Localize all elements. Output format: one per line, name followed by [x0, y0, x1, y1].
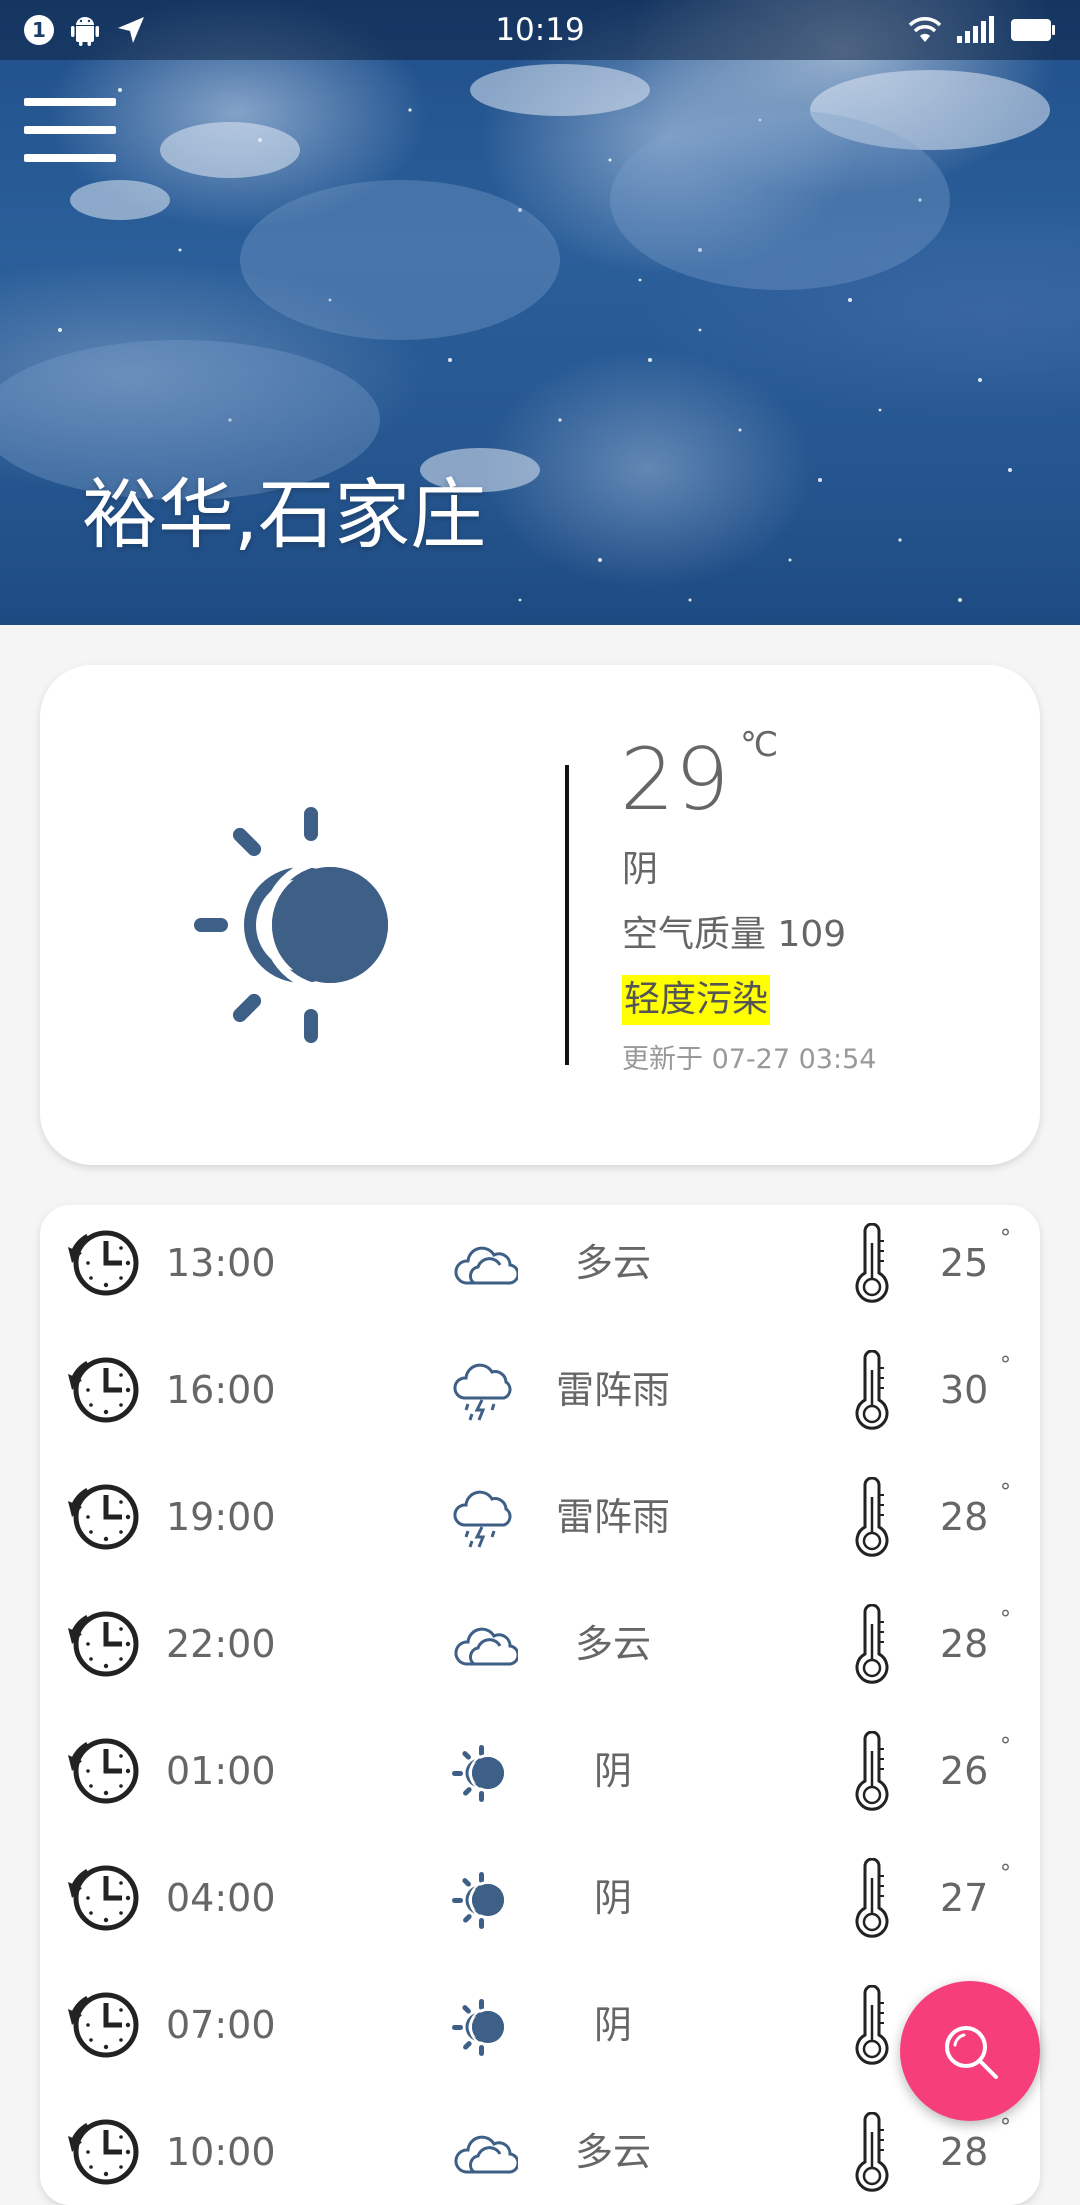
forecast-temperature: 28	[940, 2130, 989, 2174]
menu-icon-bar	[24, 126, 116, 134]
clock-icon	[68, 1611, 139, 1677]
degree-symbol: °	[1000, 2115, 1011, 2140]
thermometer-icon	[855, 1985, 889, 2065]
forecast-row: 16:00 雷阵雨 30 °	[40, 1332, 1040, 1459]
forecast-row: 13:00 多云 25 °	[40, 1205, 1040, 1332]
clock-icon	[68, 1865, 139, 1931]
degree-symbol: °	[1000, 1226, 1011, 1251]
status-right-icons	[908, 10, 1056, 50]
forecast-temperature: 28	[940, 1495, 989, 1539]
clock-icon	[68, 1357, 139, 1423]
menu-icon-bar	[24, 154, 116, 162]
air-quality-label: 空气质量	[622, 914, 767, 955]
thermometer-icon	[855, 1477, 889, 1557]
pollution-level-badge: 轻度污染	[622, 975, 771, 1025]
overcast-icon	[452, 1745, 507, 1802]
forecast-row: 04:00 阴 27 °	[40, 1840, 1040, 1967]
clock-icon	[68, 2119, 139, 2185]
forecast-row: 19:00 雷阵雨 28 °	[40, 1459, 1040, 1586]
thunderstorm-icon	[453, 1490, 512, 1548]
battery-icon	[1011, 19, 1055, 41]
air-quality-value: 109	[777, 914, 847, 955]
forecast-row: 01:00 阴 26 °	[40, 1713, 1040, 1840]
forecast-time: 22:00	[166, 1622, 276, 1666]
forecast-time: 19:00	[166, 1495, 276, 1539]
forecast-condition: 多云	[574, 2130, 651, 2174]
header-banner: 裕华,石家庄	[0, 0, 1080, 625]
clock-icon	[68, 1738, 139, 1804]
forecast-temperature: 25	[940, 1241, 989, 1285]
forecast-time: 04:00	[166, 1876, 276, 1920]
location-title: 裕华,石家庄	[82, 470, 487, 559]
clock-icon	[68, 1992, 139, 2058]
hourly-forecast-list: 13:00 多云 25 ° 16:00 雷阵雨 30 ° 19:00 雷阵雨 28 ° 22:00 多云 2…	[40, 1205, 1040, 2205]
degree-symbol: °	[1000, 1861, 1011, 1886]
forecast-temperature: 26	[940, 1749, 989, 1793]
forecast-condition: 雷阵雨	[555, 1495, 670, 1539]
wifi-icon	[908, 17, 942, 42]
updated-time: 更新于 07-27 03:54	[622, 1044, 877, 1075]
forecast-time: 16:00	[166, 1368, 276, 1412]
forecast-condition: 阴	[593, 1876, 632, 1920]
search-icon	[945, 2026, 998, 2079]
degree-symbol: °	[1000, 1353, 1011, 1378]
sun-cloud-icon	[194, 807, 398, 1043]
forecast-row: 10:00 多云 28 °	[40, 2094, 1040, 2205]
thermometer-icon	[855, 1858, 889, 1938]
thermometer-icon	[855, 2112, 889, 2192]
degree-symbol: °	[1000, 1607, 1011, 1632]
forecast-condition: 雷阵雨	[555, 1368, 670, 1412]
menu-button[interactable]	[24, 98, 116, 162]
forecast-condition: 多云	[574, 1622, 651, 1666]
status-bar: 1 10:19	[0, 0, 1080, 60]
thermometer-icon	[855, 1223, 889, 1303]
forecast-time: 07:00	[166, 2003, 276, 2047]
forecast-condition: 阴	[593, 2003, 632, 2047]
degree-symbol: °	[1000, 1480, 1011, 1505]
forecast-condition: 阴	[593, 1749, 632, 1793]
forecast-row: 07:00 阴	[40, 1967, 1040, 2094]
cloudy-icon	[454, 2135, 518, 2174]
signal-icon	[957, 16, 994, 43]
forecast-time: 01:00	[166, 1749, 276, 1793]
menu-icon-bar	[24, 98, 116, 106]
clock-icon	[68, 1230, 139, 1296]
thunderstorm-icon	[453, 1363, 512, 1421]
current-weather-card: 29 ℃ 阴 空气质量 109 轻度污染 更新于 07-27 03:54	[40, 665, 1040, 1165]
current-temperature: 29	[620, 730, 730, 830]
overcast-icon	[452, 1872, 507, 1929]
vertical-divider	[565, 765, 569, 1065]
cloudy-icon	[454, 1627, 518, 1666]
forecast-temperature: 27	[940, 1876, 989, 1920]
forecast-time: 13:00	[166, 1241, 276, 1285]
current-condition: 阴	[622, 849, 659, 890]
forecast-time: 10:00	[166, 2130, 276, 2174]
forecast-temperature: 28	[940, 1622, 989, 1666]
clock-icon	[68, 1484, 139, 1550]
degree-symbol: °	[1000, 1734, 1011, 1759]
search-button[interactable]	[900, 1981, 1040, 2121]
temperature-unit: ℃	[740, 725, 779, 765]
cloudy-icon	[454, 1246, 518, 1285]
forecast-row: 22:00 多云 28 °	[40, 1586, 1040, 1713]
thermometer-icon	[855, 1604, 889, 1684]
thermometer-icon	[855, 1350, 889, 1430]
overcast-icon	[452, 1999, 507, 2056]
forecast-temperature: 30	[940, 1368, 989, 1412]
forecast-condition: 多云	[574, 1241, 651, 1285]
thermometer-icon	[855, 1731, 889, 1811]
air-quality: 空气质量 109	[622, 910, 846, 960]
